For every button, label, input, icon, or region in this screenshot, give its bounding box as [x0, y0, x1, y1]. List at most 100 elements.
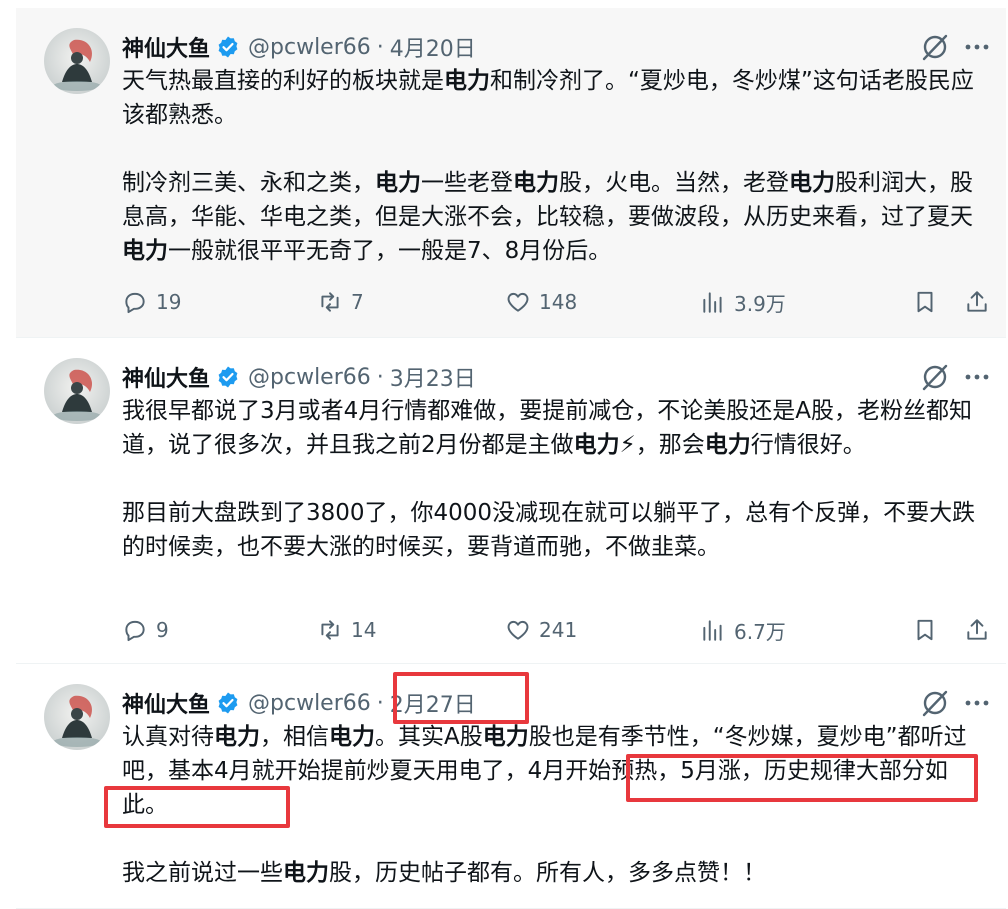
- retweet-icon: [321, 620, 339, 640]
- text-run: 股，火电。当然，老登: [559, 170, 789, 196]
- author-handle[interactable]: @pcwler66: [248, 691, 371, 716]
- like-button[interactable]: 241: [505, 617, 700, 643]
- bookmark-icon: [917, 619, 933, 641]
- tweet-date[interactable]: 2月27日: [390, 687, 476, 719]
- tweet-date[interactable]: 3月23日: [390, 361, 476, 393]
- retweet-count: 14: [351, 618, 377, 642]
- author-name[interactable]: 神仙大鱼: [122, 361, 210, 393]
- avatar[interactable]: [44, 684, 110, 750]
- author-name[interactable]: 神仙大鱼: [122, 31, 210, 63]
- text-run: ，相信: [260, 724, 329, 750]
- tweet-paragraph: 制冷剂三美、永和之类，电力一些老登电力股，火电。当然，老登电力股利润大，股息高，…: [122, 166, 982, 268]
- reply-icon: [125, 292, 145, 314]
- like-icon: [507, 292, 529, 312]
- tweet[interactable]: 神仙大鱼 @pcwler66 · 2月27日 认真对待电力，相信电力。其实A股电…: [16, 664, 1006, 909]
- more-icon[interactable]: [962, 362, 992, 392]
- separator-dot: ·: [376, 34, 384, 60]
- tweet-paragraph: 我之前说过一些电力股，历史帖子都有。所有人，多多点赞！！: [122, 856, 982, 890]
- tweet-text: 我很早都说了3月或者4月行情都难做，要提前减仓，不论美股还是A股，老粉丝都知道，…: [122, 394, 982, 564]
- tweet[interactable]: 神仙大鱼 @pcwler66 · 4月20日 天气热最直接的利好的板块就是电力和…: [16, 8, 1006, 338]
- share-icon: [967, 619, 987, 640]
- grok-icon[interactable]: [920, 688, 950, 718]
- tweet-paragraph: 我很早都说了3月或者4月行情都难做，要提前减仓，不论美股还是A股，老粉丝都知道，…: [122, 394, 982, 462]
- text-run: 一些老登: [421, 170, 513, 196]
- keyword-highlight: 电力: [214, 724, 260, 750]
- views-icon: [703, 620, 722, 641]
- verified-badge-icon: [216, 35, 240, 59]
- tweet-paragraph: 认真对待电力，相信电力。其实A股电力股也是有季节性，“冬炒媒，夏炒电”都听过吧，…: [122, 720, 982, 822]
- reply-count: 19: [156, 290, 182, 314]
- keyword-highlight: 电力: [789, 170, 835, 196]
- keyword-highlight: 电力: [482, 724, 529, 750]
- keyword-highlight: 电力: [329, 724, 375, 750]
- keyword-highlight: 电力: [704, 432, 751, 458]
- author-name[interactable]: 神仙大鱼: [122, 687, 210, 719]
- separator-dot: ·: [376, 364, 384, 390]
- keyword-highlight: 电力: [283, 860, 329, 886]
- tweet-header: 神仙大鱼 @pcwler66 · 3月23日: [122, 360, 476, 394]
- retweet-icon: [321, 292, 339, 312]
- text-run: 股，历史帖子都有。所有人，多多点赞！！: [329, 860, 766, 886]
- tweet-paragraph: 那目前大盘跌到了3800了，你4000没减现在就可以躺平了，总有个反弹，不要大跌…: [122, 496, 982, 564]
- reply-count: 9: [156, 618, 169, 642]
- keyword-highlight: 电力: [444, 68, 490, 94]
- grok-icon[interactable]: [920, 32, 950, 62]
- keyword-highlight: 电力: [573, 432, 620, 458]
- text-run: 认真对待: [122, 724, 214, 750]
- text-run: 制冷剂三美、永和之类，: [122, 170, 375, 196]
- views-count: 3.9万: [734, 291, 786, 316]
- like-count: 241: [539, 618, 578, 642]
- like-icon: [507, 620, 529, 640]
- avatar[interactable]: [44, 358, 110, 424]
- share-icon: [967, 291, 987, 312]
- tweet-header: 神仙大鱼 @pcwler66 · 4月20日: [122, 30, 476, 64]
- more-icon[interactable]: [962, 32, 992, 62]
- more-icon[interactable]: [962, 688, 992, 718]
- tweet-actions: 9 14 241 6.7万: [122, 612, 990, 648]
- author-handle[interactable]: @pcwler66: [248, 365, 371, 390]
- tweet-text: 天气热最直接的利好的板块就是电力和制冷剂了。“夏炒电，冬炒煤”这句话老股民应该都…: [122, 64, 982, 268]
- views-button[interactable]: 3.9万: [700, 288, 880, 317]
- bookmark-button[interactable]: [912, 617, 938, 643]
- reply-button[interactable]: 9: [122, 617, 317, 643]
- retweet-button[interactable]: 14: [317, 617, 505, 643]
- text-run: 。其实A股: [375, 724, 483, 750]
- tweet-header: 神仙大鱼 @pcwler66 · 2月27日: [122, 686, 476, 720]
- tweet-actions: 19 7 148 3.9万: [122, 284, 990, 320]
- reply-icon: [125, 620, 145, 642]
- views-icon: [703, 292, 722, 313]
- text-run: 行情很好。: [750, 432, 866, 458]
- text-run: 那目前大盘跌到了3800了，你4000没减现在就可以躺平了，总有个反弹，不要大跌…: [122, 500, 976, 560]
- share-button[interactable]: [964, 617, 990, 643]
- text-run: ⚡，那会: [619, 432, 705, 458]
- reply-button[interactable]: 19: [122, 289, 317, 315]
- share-button[interactable]: [964, 289, 990, 315]
- retweet-count: 7: [351, 290, 364, 314]
- retweet-button[interactable]: 7: [317, 289, 505, 315]
- tweet-text: 认真对待电力，相信电力。其实A股电力股也是有季节性，“冬炒媒，夏炒电”都听过吧，…: [122, 720, 982, 890]
- separator-dot: ·: [376, 690, 384, 716]
- verified-badge-icon: [216, 365, 240, 389]
- views-button[interactable]: 6.7万: [700, 616, 880, 645]
- bookmark-button[interactable]: [912, 289, 938, 315]
- like-count: 148: [539, 290, 578, 314]
- avatar[interactable]: [44, 28, 110, 94]
- tweet-date[interactable]: 4月20日: [390, 31, 476, 63]
- keyword-highlight: 电力: [375, 170, 421, 196]
- verified-badge-icon: [216, 691, 240, 715]
- author-handle[interactable]: @pcwler66: [248, 35, 371, 60]
- keyword-highlight: 电力: [513, 170, 559, 196]
- tweet[interactable]: 神仙大鱼 @pcwler66 · 3月23日 我很早都说了3月或者4月行情都难做…: [16, 338, 1006, 664]
- keyword-highlight: 电力: [122, 238, 168, 264]
- text-run: 天气热最直接的利好的板块就是: [122, 68, 444, 94]
- tweet-paragraph: 天气热最直接的利好的板块就是电力和制冷剂了。“夏炒电，冬炒煤”这句话老股民应该都…: [122, 64, 982, 132]
- bookmark-icon: [917, 291, 933, 313]
- like-button[interactable]: 148: [505, 289, 700, 315]
- views-count: 6.7万: [734, 619, 786, 644]
- text-run: 我之前说过一些: [122, 860, 283, 886]
- grok-icon[interactable]: [920, 362, 950, 392]
- text-run: 一般就很平平无奇了，一般是7、8月份后。: [168, 238, 612, 264]
